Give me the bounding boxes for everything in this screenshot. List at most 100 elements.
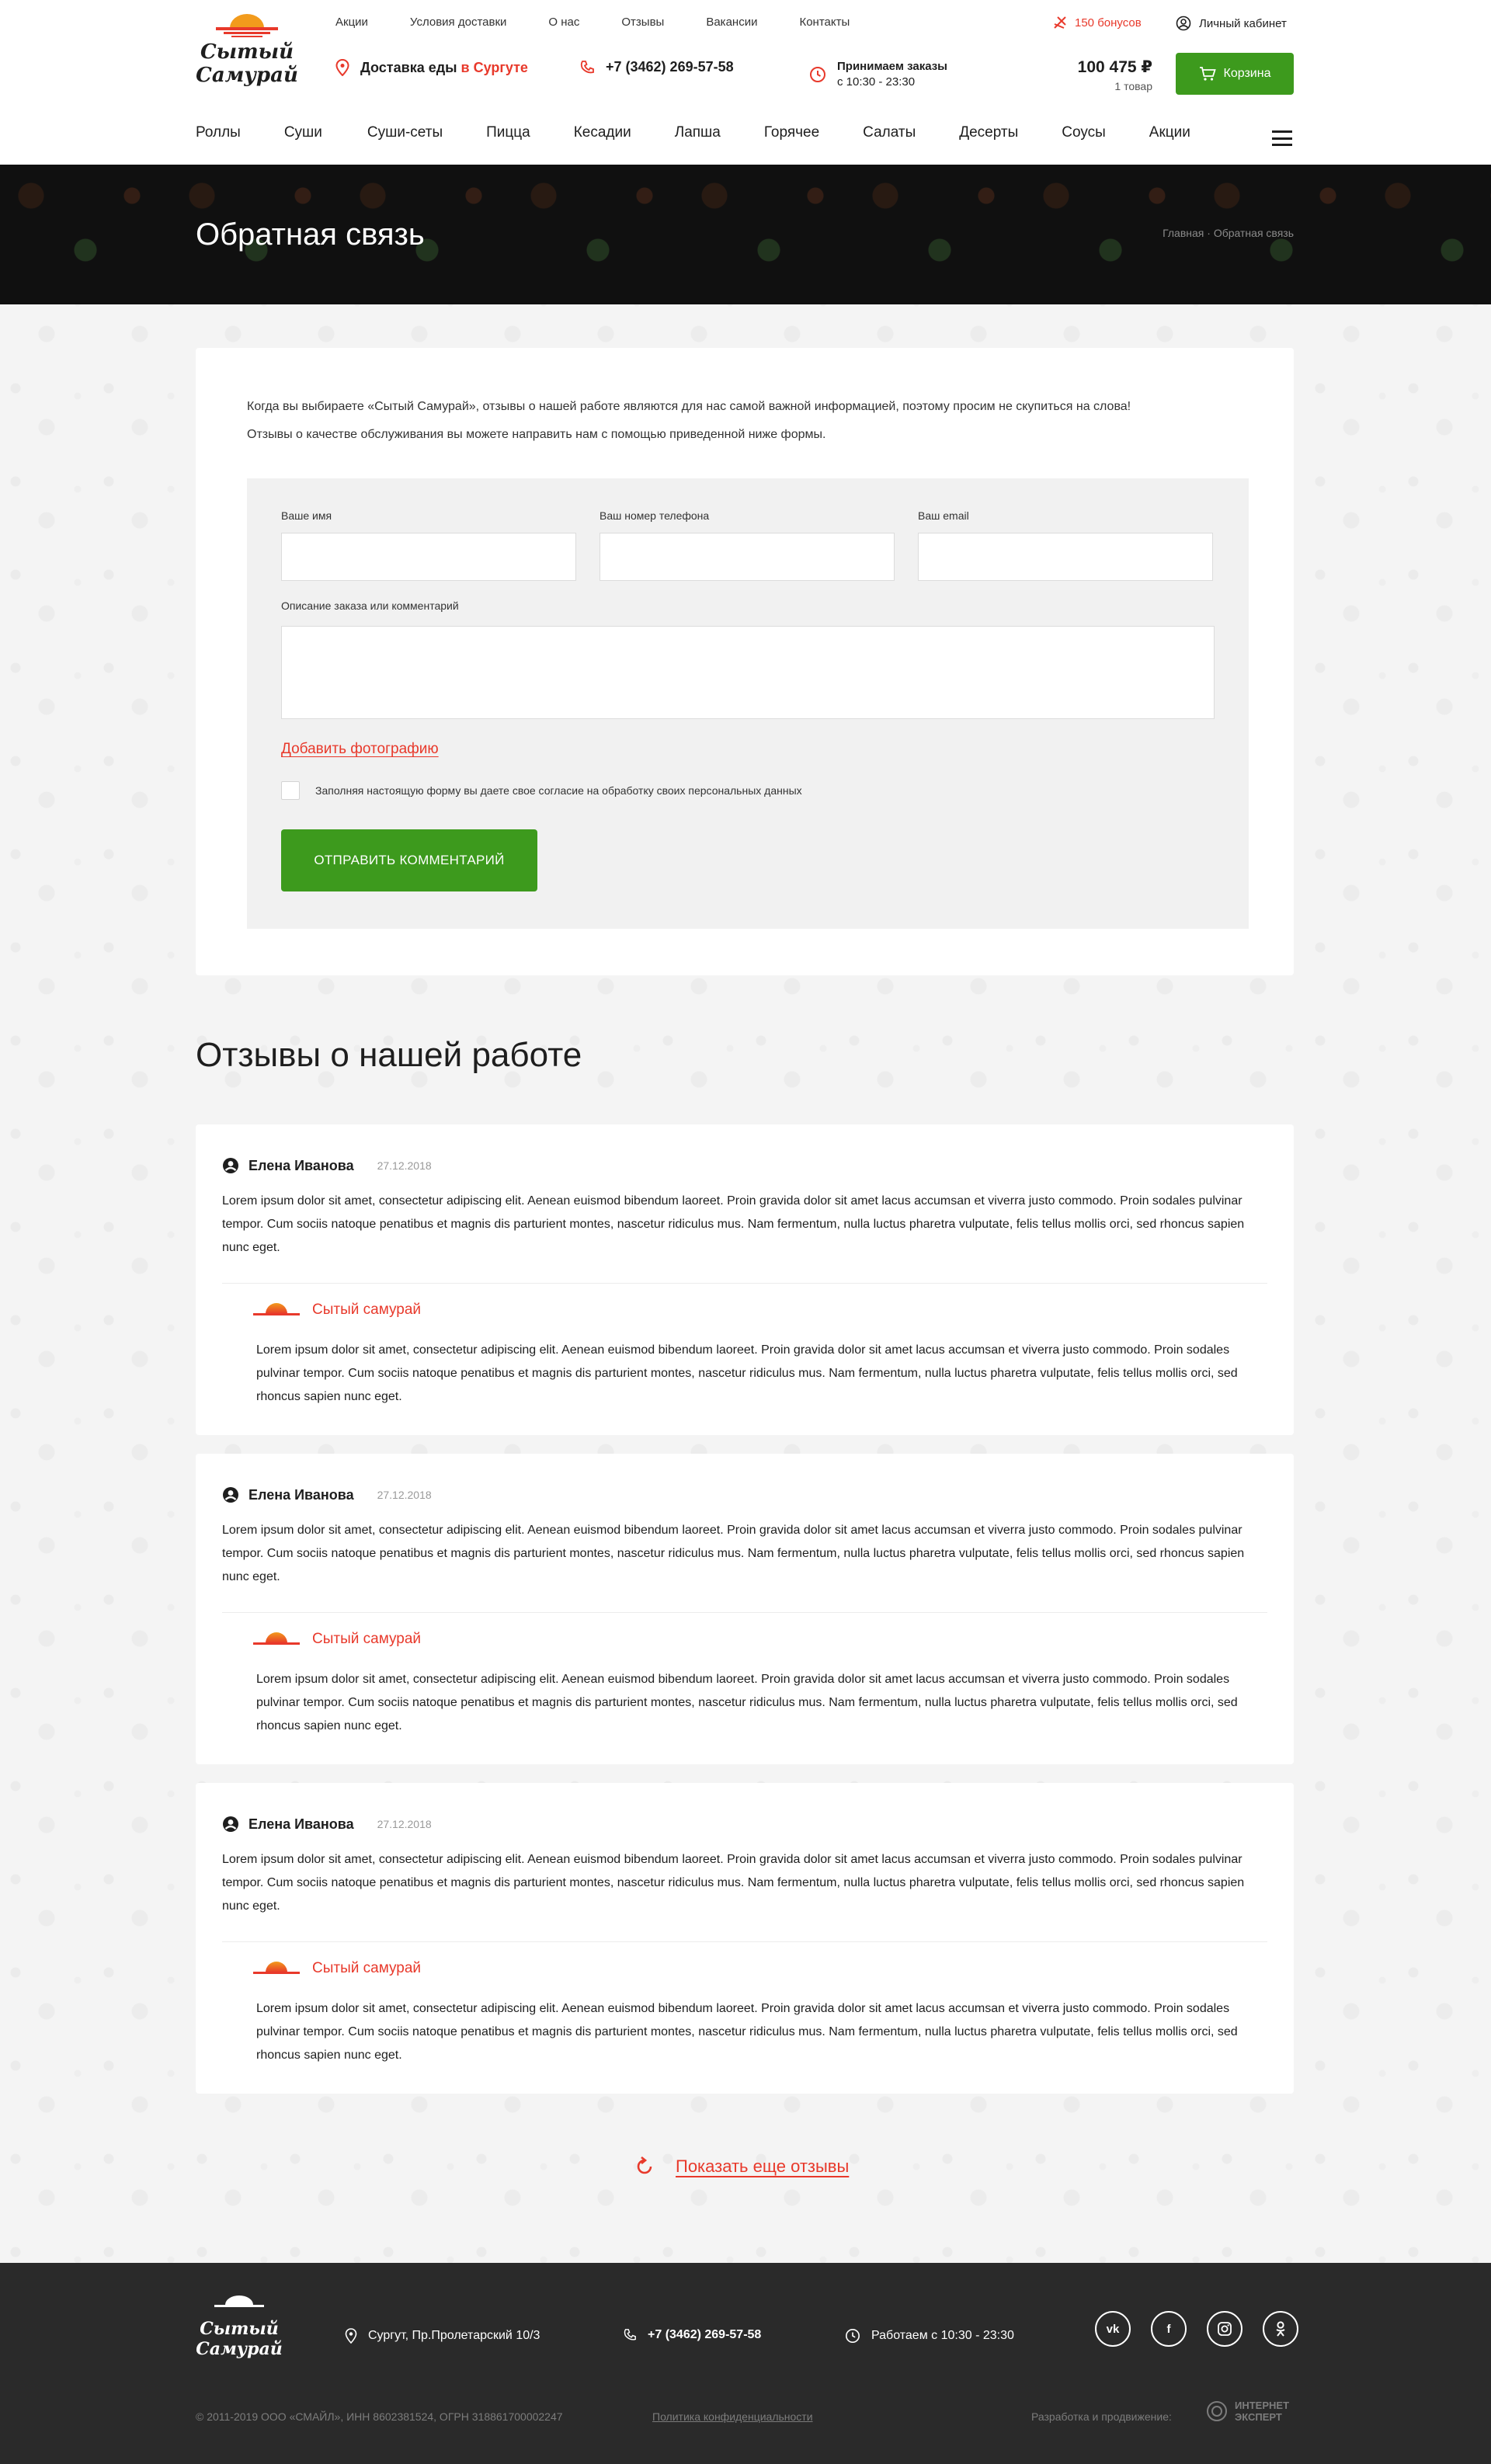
review-text: Lorem ipsum dolor sit amet, consectetur … xyxy=(222,1194,1245,1254)
instagram-glyph xyxy=(1218,2322,1232,2336)
account-link[interactable]: Личный кабинет xyxy=(1176,16,1287,31)
answer-text: Lorem ipsum dolor sit amet, consectetur … xyxy=(256,2002,1238,2062)
review-card: Елена Иванова 27.12.2018 Lorem ipsum dol… xyxy=(196,1124,1294,1435)
menu-burger-icon[interactable] xyxy=(1272,130,1292,146)
developer-label: Разработка и продвижение: xyxy=(1031,2410,1172,2423)
category-hot[interactable]: Горячее xyxy=(764,124,819,141)
cart-total: 100 475 ₽ xyxy=(1077,58,1152,76)
top-nav-contacts[interactable]: Контакты xyxy=(799,16,850,29)
instagram-icon[interactable] xyxy=(1207,2311,1242,2347)
clock-icon xyxy=(846,2329,860,2343)
category-salads[interactable]: Салаты xyxy=(863,124,916,141)
intro-paragraph-1: Когда вы выбираете «Сытый Самурай», отзы… xyxy=(247,400,1131,413)
category-sauces[interactable]: Соусы xyxy=(1062,124,1106,141)
answer-header: Сытый самурай xyxy=(253,1631,421,1648)
review-author: Елена Иванова xyxy=(248,1486,354,1503)
phone-icon xyxy=(624,2329,636,2341)
footer-phone[interactable]: +7 (3462) 269-57-58 xyxy=(623,2328,761,2342)
developer-logo-icon xyxy=(1207,2401,1227,2421)
chopsticks-icon xyxy=(1054,16,1066,29)
add-photo-link[interactable]: Добавить фотографию xyxy=(281,741,439,758)
review-divider xyxy=(222,1941,1267,1942)
company-logo-icon xyxy=(253,1302,300,1319)
vk-icon[interactable]: vk xyxy=(1095,2311,1131,2347)
email-input[interactable] xyxy=(918,533,1213,581)
phone-input[interactable] xyxy=(600,533,895,581)
top-nav-about[interactable]: О нас xyxy=(548,16,579,29)
cart-count: 1 товар xyxy=(1114,80,1152,92)
email-label: Ваш email xyxy=(918,509,969,522)
review-divider xyxy=(222,1612,1267,1613)
answer-header: Сытый самурай xyxy=(253,1960,421,1977)
top-nav-jobs[interactable]: Вакансии xyxy=(706,16,757,29)
account-label: Личный кабинет xyxy=(1199,16,1287,30)
cart-button-label: Корзина xyxy=(1223,67,1271,80)
top-nav-reviews[interactable]: Отзывы xyxy=(621,16,664,29)
category-quesadilla[interactable]: Кесадии xyxy=(574,124,631,141)
show-more-reviews-button[interactable]: Показать еще отзывы xyxy=(634,2156,849,2177)
facebook-icon[interactable]: f xyxy=(1151,2311,1187,2347)
bonus-link[interactable]: 150 бонусов xyxy=(1053,16,1142,30)
footer-address: Сургут, Пр.Пролетарский 10/3 xyxy=(345,2328,540,2344)
review-card: Елена Иванова 27.12.2018 Lorem ipsum dol… xyxy=(196,1454,1294,1764)
review-author: Елена Иванова xyxy=(248,1157,354,1173)
user-avatar-icon xyxy=(223,1816,238,1832)
odnoklassniki-icon[interactable] xyxy=(1263,2311,1298,2347)
phone-label: Ваш номер телефона xyxy=(600,509,710,522)
review-date: 27.12.2018 xyxy=(377,1818,432,1830)
logo-sun-icon xyxy=(216,14,278,37)
delivery-city-name[interactable]: в Сургуте xyxy=(461,60,528,75)
footer-logo-sun-icon xyxy=(214,2295,264,2307)
answer-text: Lorem ipsum dolor sit amet, consectetur … xyxy=(256,1343,1238,1403)
category-pizza[interactable]: Пицца xyxy=(486,124,530,141)
header-phone-number: +7 (3462) 269-57-58 xyxy=(606,59,734,75)
review-header: Елена Иванова 27.12.2018 xyxy=(222,1157,432,1174)
comment-label: Описание заказа или комментарий xyxy=(281,599,459,612)
user-avatar-icon xyxy=(223,1487,238,1503)
category-noodles[interactable]: Лапша xyxy=(675,124,721,141)
consent-label: Заполняя настоящую форму вы даете свое с… xyxy=(315,784,802,797)
footer-hours: Работаем с 10:30 - 23:30 xyxy=(845,2328,1014,2344)
reviews-title: Отзывы о нашей работе xyxy=(196,1036,582,1074)
bonus-label: 150 бонусов xyxy=(1075,16,1142,30)
feedback-intro: Когда вы выбираете «Сытый Самурай», отзы… xyxy=(247,393,1256,449)
review-date: 27.12.2018 xyxy=(377,1159,432,1172)
top-nav-promo[interactable]: Акции xyxy=(335,16,368,29)
breadcrumb-home[interactable]: Главная xyxy=(1163,227,1204,239)
category-promo[interactable]: Акции xyxy=(1149,124,1190,141)
cart-button[interactable]: Корзина xyxy=(1176,53,1294,95)
name-input[interactable] xyxy=(281,533,576,581)
site-logo[interactable]: Сытый Самурай xyxy=(196,11,298,98)
footer-logo-line2: Самурай xyxy=(196,2339,283,2359)
category-rolls[interactable]: Роллы xyxy=(196,124,241,141)
footer-hours-text: Работаем с 10:30 - 23:30 xyxy=(871,2329,1014,2342)
category-sushi-sets[interactable]: Суши-сеты xyxy=(367,124,443,141)
breadcrumb-separator: · xyxy=(1207,227,1214,239)
category-nav: Роллы Суши Суши-сеты Пицца Кесадии Лапша… xyxy=(196,124,1190,141)
developer-name: ИНТЕРНЕТ ЭКСПЕРТ xyxy=(1235,2400,1290,2423)
privacy-policy-link[interactable]: Политика конфиденциальности xyxy=(652,2410,813,2423)
company-logo-icon xyxy=(253,1960,300,1977)
consent-checkbox[interactable] xyxy=(281,781,300,800)
review-header: Елена Иванова 27.12.2018 xyxy=(222,1816,432,1833)
review-text: Lorem ipsum dolor sit amet, consectetur … xyxy=(222,1853,1245,1913)
feedback-card: Когда вы выбираете «Сытый Самурай», отзы… xyxy=(196,348,1294,975)
footer-logo-line1: Сытый xyxy=(200,2319,279,2339)
top-nav-delivery[interactable]: Условия доставки xyxy=(410,16,506,29)
submit-comment-button[interactable]: Отправить комментарий xyxy=(281,829,537,891)
review-author: Елена Иванова xyxy=(248,1816,354,1832)
category-desserts[interactable]: Десерты xyxy=(959,124,1018,141)
review-divider xyxy=(222,1283,1267,1284)
footer-address-text: Сургут, Пр.Пролетарский 10/3 xyxy=(368,2329,540,2342)
footer-logo[interactable]: Сытый Самурай xyxy=(196,2294,283,2359)
category-sushi[interactable]: Суши xyxy=(284,124,322,141)
odnoklassniki-glyph xyxy=(1276,2321,1285,2337)
footer-phone-number: +7 (3462) 269-57-58 xyxy=(648,2328,762,2341)
header-phone[interactable]: +7 (3462) 269-57-58 xyxy=(579,59,734,75)
comment-textarea[interactable] xyxy=(281,626,1215,719)
delivery-city[interactable]: Доставка еды в Сургуте xyxy=(335,59,528,76)
cart-icon xyxy=(1199,67,1216,81)
developer-logo[interactable]: ИНТЕРНЕТ ЭКСПЕРТ xyxy=(1205,2400,1297,2423)
answer-author: Сытый самурай xyxy=(312,1302,422,1318)
user-icon xyxy=(1176,16,1191,31)
